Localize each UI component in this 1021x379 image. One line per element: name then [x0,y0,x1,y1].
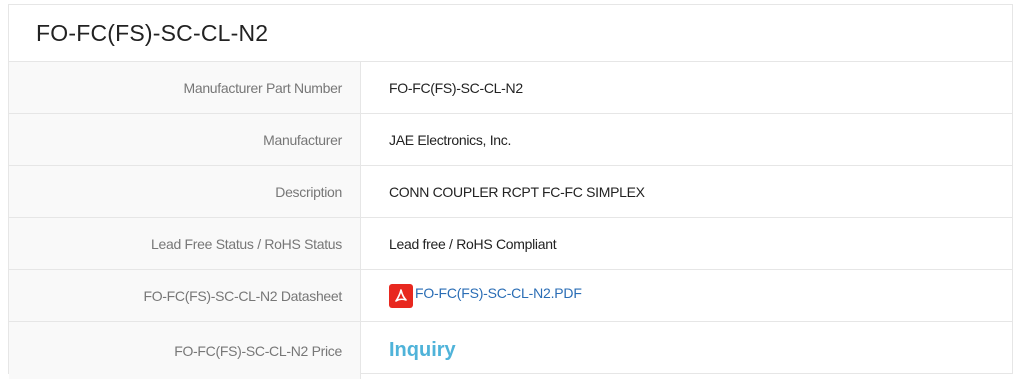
description-value: CONN COUPLER RCPT FC-FC SIMPLEX [389,183,645,200]
table-row: Description CONN COUPLER RCPT FC-FC SIMP… [9,166,1012,218]
row-label: Description [9,166,361,217]
row-label: Manufacturer Part Number [9,62,361,113]
datasheet-link[interactable]: FO-FC(FS)-SC-CL-N2.PDF [389,278,582,308]
datasheet-cell: FO-FC(FS)-SC-CL-N2.PDF [361,270,1012,321]
row-label: FO-FC(FS)-SC-CL-N2 Datasheet [9,270,361,321]
part-number-value: FO-FC(FS)-SC-CL-N2 [389,79,523,96]
page-title: FO-FC(FS)-SC-CL-N2 [9,5,1012,62]
price-cell: Inquiry [361,322,1012,379]
table-row: Manufacturer JAE Electronics, Inc. [9,114,1012,166]
product-info-panel: FO-FC(FS)-SC-CL-N2 Manufacturer Part Num… [8,4,1013,379]
table-row: FO-FC(FS)-SC-CL-N2 Datasheet FO-FC(FS)-S… [9,270,1012,322]
rohs-status-value: Lead free / RoHS Compliant [389,235,557,252]
row-label: Manufacturer [9,114,361,165]
table-row: Lead Free Status / RoHS Status Lead free… [9,218,1012,270]
manufacturer-value: JAE Electronics, Inc. [389,131,512,148]
row-label: Lead Free Status / RoHS Status [9,218,361,269]
datasheet-link-text: FO-FC(FS)-SC-CL-N2.PDF [415,284,582,301]
pdf-icon [389,283,413,308]
row-label: FO-FC(FS)-SC-CL-N2 Price [9,322,361,379]
table-row: Manufacturer Part Number FO-FC(FS)-SC-CL… [9,62,1012,114]
table-row: FO-FC(FS)-SC-CL-N2 Price Inquiry [9,322,1012,379]
inquiry-link[interactable]: Inquiry [389,339,456,362]
